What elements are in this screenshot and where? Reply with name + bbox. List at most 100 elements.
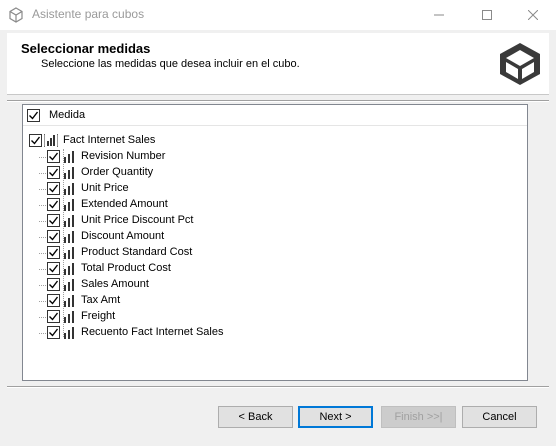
- tree-line: [39, 301, 46, 302]
- measure-label: Freight: [81, 310, 116, 322]
- tree-line: [39, 189, 46, 190]
- measure-icon: [63, 150, 75, 163]
- tree-line: [39, 317, 46, 318]
- close-button[interactable]: [510, 0, 556, 30]
- title-bar: Asistente para cubos: [0, 0, 556, 30]
- tree-column-header: Medida: [23, 105, 527, 126]
- checkmark-icon: [49, 216, 59, 225]
- measure-row[interactable]: Revision Number: [39, 149, 527, 165]
- measure-icon: [63, 230, 75, 243]
- measure-row[interactable]: Extended Amount: [39, 197, 527, 213]
- measure-checkbox[interactable]: [47, 310, 60, 323]
- separator: [7, 100, 549, 102]
- measures-tree[interactable]: Medida Fact Internet Sales Revision Numb…: [22, 104, 528, 381]
- close-icon: [528, 10, 538, 20]
- tree-line: [39, 269, 46, 270]
- measure-icon: [63, 166, 75, 179]
- measure-checkbox[interactable]: [47, 294, 60, 307]
- measure-row[interactable]: Tax Amt: [39, 293, 527, 309]
- select-all-checkbox[interactable]: [27, 109, 40, 122]
- checkmark-icon: [49, 152, 59, 161]
- measure-row[interactable]: Recuento Fact Internet Sales: [39, 325, 527, 341]
- measure-icon: [63, 214, 75, 227]
- group-checkbox[interactable]: [29, 134, 42, 147]
- measure-group-icon: [43, 133, 59, 148]
- measure-label: Unit Price Discount Pct: [81, 214, 194, 226]
- checkmark-icon: [49, 200, 59, 209]
- checkmark-icon: [49, 264, 59, 273]
- separator: [7, 386, 549, 388]
- minimize-button[interactable]: [416, 0, 462, 30]
- checkmark-icon: [29, 111, 39, 120]
- measure-checkbox[interactable]: [47, 150, 60, 163]
- measure-icon: [63, 246, 75, 259]
- tree-line: [39, 173, 46, 174]
- tree-line: [39, 157, 46, 158]
- tree-line: [39, 253, 46, 254]
- cube-icon: [497, 41, 543, 87]
- measure-row[interactable]: Discount Amount: [39, 229, 527, 245]
- measure-label: Revision Number: [81, 150, 166, 162]
- page-subtitle: Seleccione las medidas que desea incluir…: [41, 58, 300, 70]
- checkmark-icon: [49, 328, 59, 337]
- measure-icon: [63, 310, 75, 323]
- measure-icon: [63, 278, 75, 291]
- cancel-button[interactable]: Cancel: [462, 406, 537, 428]
- measure-row[interactable]: Sales Amount: [39, 277, 527, 293]
- tree-line: [39, 333, 46, 334]
- measure-checkbox[interactable]: [47, 230, 60, 243]
- measure-checkbox[interactable]: [47, 214, 60, 227]
- checkmark-icon: [49, 296, 59, 305]
- measure-row[interactable]: Order Quantity: [39, 165, 527, 181]
- column-header-label: Medida: [49, 109, 86, 121]
- measure-checkbox[interactable]: [47, 262, 60, 275]
- finish-button[interactable]: Finish >>|: [381, 406, 456, 428]
- checkmark-icon: [49, 168, 59, 177]
- wizard-window: Asistente para cubos Seleccionar medidas…: [0, 0, 556, 446]
- tree-line: [39, 285, 46, 286]
- measure-label: Extended Amount: [81, 198, 168, 210]
- measure-label: Discount Amount: [81, 230, 165, 242]
- measure-checkbox[interactable]: [47, 198, 60, 211]
- checkmark-icon: [49, 248, 59, 257]
- measure-checkbox[interactable]: [47, 182, 60, 195]
- group-label: Fact Internet Sales: [63, 134, 156, 146]
- maximize-button[interactable]: [464, 0, 510, 30]
- measure-icon: [63, 182, 75, 195]
- measure-label: Product Standard Cost: [81, 246, 193, 258]
- checkmark-icon: [49, 280, 59, 289]
- tree-line: [39, 205, 46, 206]
- measure-row[interactable]: Product Standard Cost: [39, 245, 527, 261]
- measure-checkbox[interactable]: [47, 326, 60, 339]
- checkmark-icon: [49, 312, 59, 321]
- measure-label: Order Quantity: [81, 166, 154, 178]
- measure-row[interactable]: Freight: [39, 309, 527, 325]
- tree-line: [39, 221, 46, 222]
- checkmark-icon: [49, 184, 59, 193]
- cube-app-icon: [8, 7, 24, 23]
- measure-label: Recuento Fact Internet Sales: [81, 326, 224, 338]
- maximize-icon: [482, 10, 492, 20]
- checkmark-icon: [49, 232, 59, 241]
- measure-checkbox[interactable]: [47, 166, 60, 179]
- measure-label: Sales Amount: [81, 278, 149, 290]
- checkmark-icon: [31, 136, 41, 145]
- minimize-icon: [434, 14, 444, 16]
- measure-row[interactable]: Total Product Cost: [39, 261, 527, 277]
- measure-label: Tax Amt: [81, 294, 121, 306]
- page-title: Seleccionar medidas: [21, 41, 151, 56]
- measure-icon: [63, 262, 75, 275]
- window-title: Asistente para cubos: [32, 7, 145, 21]
- measure-row[interactable]: Unit Price: [39, 181, 527, 197]
- measure-icon: [63, 326, 75, 339]
- measure-checkbox[interactable]: [47, 246, 60, 259]
- tree-line: [39, 237, 46, 238]
- wizard-header: Seleccionar medidas Seleccione las medid…: [7, 33, 549, 95]
- measure-icon: [63, 198, 75, 211]
- measure-icon: [63, 294, 75, 307]
- tree-group-row[interactable]: Fact Internet Sales: [29, 133, 509, 149]
- measure-checkbox[interactable]: [47, 278, 60, 291]
- measure-row[interactable]: Unit Price Discount Pct: [39, 213, 527, 229]
- back-button[interactable]: < Back: [218, 406, 293, 428]
- next-button[interactable]: Next >: [298, 406, 373, 428]
